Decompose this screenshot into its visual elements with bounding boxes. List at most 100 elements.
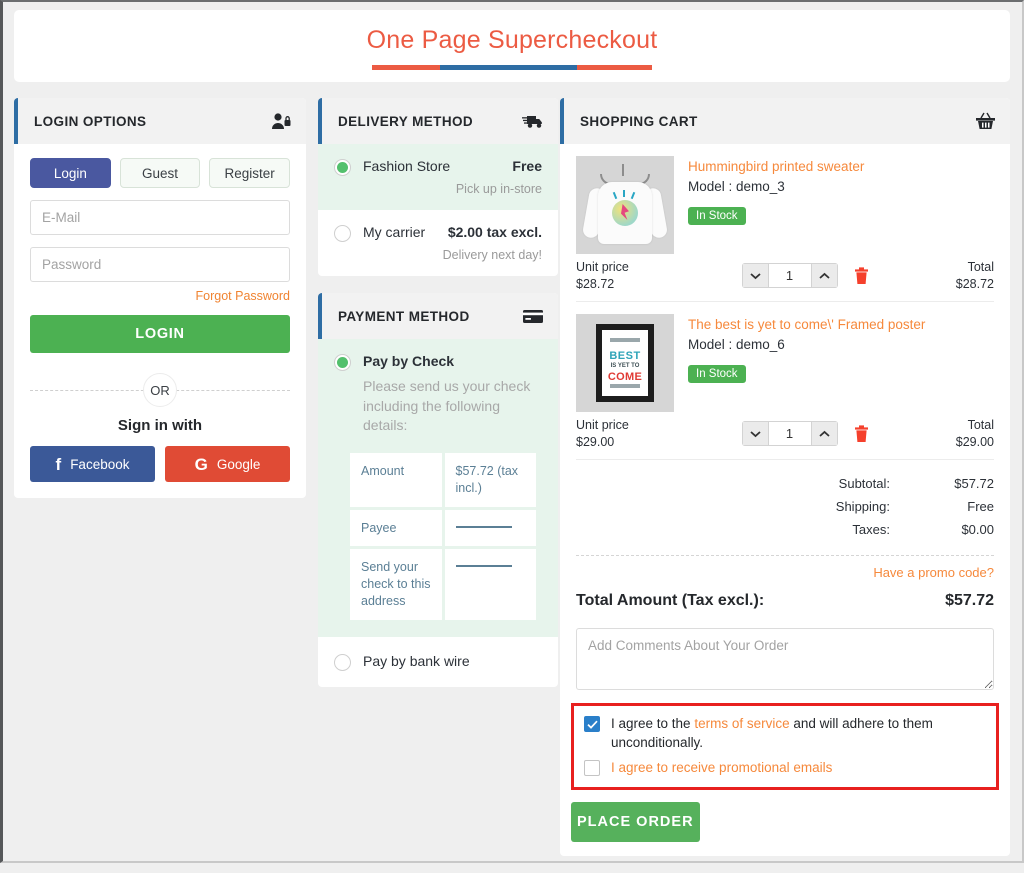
remove-item-trash-icon[interactable] [854, 266, 869, 285]
total-row-shipping: Shipping: Free [576, 495, 994, 518]
tab-guest[interactable]: Guest [119, 158, 201, 188]
tab-register[interactable]: Register [209, 158, 291, 188]
delivery-option-price: Free [512, 158, 542, 174]
grand-total-row: Total Amount (Tax excl.): $57.72 [560, 580, 1010, 624]
unit-price-label: Unit price [576, 418, 629, 432]
check-detail-value-blank [444, 549, 536, 621]
quantity-stepper[interactable]: 1 [741, 421, 838, 446]
quantity-controls: 1 [726, 421, 884, 446]
poster-text-best: BEST [609, 350, 641, 362]
login-options-title: LOGIN OPTIONS [34, 113, 147, 129]
payment-radio-pay-by-check[interactable] [334, 354, 351, 371]
product-thumbnail-sweater[interactable] [576, 156, 674, 254]
product-model: Model : demo_6 [688, 336, 785, 352]
delivery-payment-column: DELIVERY METHOD Fashion Store Free Pick … [318, 98, 558, 704]
poster-text-come: COME [607, 371, 643, 383]
line-total-label: Total [967, 418, 994, 432]
delivery-option-note: Delivery next day! [442, 248, 542, 262]
cart-item-top: BEST IS YET TO COME The best is yet to c… [576, 314, 994, 412]
password-field[interactable] [30, 247, 290, 282]
product-thumbnail-poster[interactable]: BEST IS YET TO COME [576, 314, 674, 412]
cart-item-bottom: Unit price $29.00 1 Total $29.00 [576, 418, 994, 449]
unit-price-value: $28.72 [576, 277, 615, 291]
promotional-emails-checkbox[interactable] [584, 760, 600, 777]
delivery-radio-fashion-store[interactable] [334, 159, 351, 176]
quantity-stepper[interactable]: 1 [741, 263, 838, 288]
delivery-option-name: Fashion Store [363, 158, 451, 174]
cart-item-info: The best is yet to come\' Framed poster … [688, 314, 994, 412]
pay-by-check-description: Please send us your check including the … [363, 378, 531, 434]
remove-item-trash-icon[interactable] [854, 424, 869, 443]
check-detail-value-blank [444, 509, 536, 547]
product-name-link[interactable]: Hummingbird printed sweater [688, 158, 994, 176]
quantity-decrease-icon[interactable] [741, 263, 769, 288]
payment-option-pay-by-check[interactable]: Pay by Check [318, 339, 558, 377]
subtotal-value: $57.72 [954, 476, 994, 491]
tab-login[interactable]: Login [30, 158, 111, 188]
quantity-value[interactable]: 1 [768, 263, 811, 288]
pay-by-check-details-table: Amount $57.72 (tax incl.) Payee Send you… [347, 450, 539, 623]
order-comments-input[interactable] [576, 628, 994, 690]
poster-top-rule [610, 338, 640, 342]
or-label: OR [143, 373, 177, 407]
payment-radio-pay-by-bank-wire[interactable] [334, 654, 351, 672]
delivery-radio-my-carrier[interactable] [334, 225, 351, 242]
poster-frame: BEST IS YET TO COME [596, 324, 654, 402]
shopping-cart-header: SHOPPING CART [560, 98, 1010, 144]
email-field[interactable] [30, 200, 290, 235]
taxes-value: $0.00 [961, 522, 994, 537]
cart-item: BEST IS YET TO COME The best is yet to c… [560, 302, 1010, 459]
delivery-option-my-carrier[interactable]: My carrier $2.00 tax excl. [318, 210, 558, 248]
title-underline-segment-red-left [372, 65, 441, 70]
promotional-emails-row[interactable]: I agree to receive promotional emails [584, 759, 986, 778]
login-options-header: LOGIN OPTIONS [14, 98, 306, 144]
delivery-method-title: DELIVERY METHOD [338, 113, 474, 129]
table-row: Send your check to this address [350, 549, 536, 621]
delivery-option-fashion-store[interactable]: Fashion Store Free [318, 144, 558, 182]
agreement-highlight-box: I agree to the terms of service and will… [571, 703, 999, 790]
status-badge: In Stock [688, 364, 746, 383]
line-total-block: Total $28.72 [884, 260, 994, 291]
login-column: LOGIN OPTIONS Login Guest Register E-Mai… [14, 98, 306, 515]
terms-agreement-row[interactable]: I agree to the terms of service and will… [584, 715, 986, 752]
terms-checkbox[interactable] [584, 716, 600, 732]
forgot-password-row: Forgot Password [30, 288, 290, 303]
check-detail-label: Amount [350, 452, 442, 507]
google-login-button[interactable]: G Google [165, 446, 290, 482]
table-row: Amount $57.72 (tax incl.) [350, 452, 536, 507]
google-label: Google [216, 456, 261, 472]
facebook-login-button[interactable]: f Facebook [30, 446, 155, 482]
quantity-increase-icon[interactable] [810, 421, 838, 446]
title-underline-segment-red-right [576, 65, 652, 70]
page-title: One Page Supercheckout [366, 26, 658, 54]
blank-line [455, 565, 512, 568]
pay-by-check-panel: Pay by Check Please send us your check i… [318, 339, 558, 638]
forgot-password-link[interactable]: Forgot Password [196, 289, 290, 303]
unit-price-block: Unit price $28.72 [576, 260, 726, 291]
total-row-subtotal: Subtotal: $57.72 [576, 472, 994, 495]
promo-code-link[interactable]: Have a promo code? [873, 565, 994, 580]
shipping-value: Free [967, 499, 994, 514]
terms-of-service-link[interactable]: terms of service [694, 716, 789, 731]
check-detail-label: Payee [350, 509, 442, 547]
delivery-option-price: $2.00 tax excl. [447, 224, 542, 240]
grand-total-label: Total Amount (Tax excl.): [576, 592, 765, 609]
payment-option-pay-by-bank-wire[interactable]: Pay by bank wire [318, 637, 558, 687]
quantity-value[interactable]: 1 [768, 421, 811, 446]
terms-agreement-text: I agree to the terms of service and will… [611, 715, 986, 752]
quantity-decrease-icon[interactable] [741, 421, 769, 446]
grand-total-value: $57.72 [945, 592, 994, 609]
login-button[interactable]: LOGIN [30, 315, 290, 353]
sweater-print-circle [612, 200, 638, 226]
credit-card-icon [522, 305, 544, 327]
login-options-card: LOGIN OPTIONS Login Guest Register E-Mai… [14, 98, 306, 498]
shopping-cart-title: SHOPPING CART [580, 113, 698, 129]
line-total-block: Total $29.00 [884, 418, 994, 449]
line-total-label: Total [967, 260, 994, 274]
blank-line [455, 525, 512, 528]
shopping-cart-card: SHOPPING CART Hummingbird printed sweate… [560, 98, 1010, 856]
quantity-increase-icon[interactable] [810, 263, 838, 288]
place-order-button[interactable]: PLACE ORDER [571, 801, 700, 842]
product-name-link[interactable]: The best is yet to come\' Framed poster [688, 316, 994, 334]
page-title-card: One Page Supercheckout [14, 10, 1010, 82]
